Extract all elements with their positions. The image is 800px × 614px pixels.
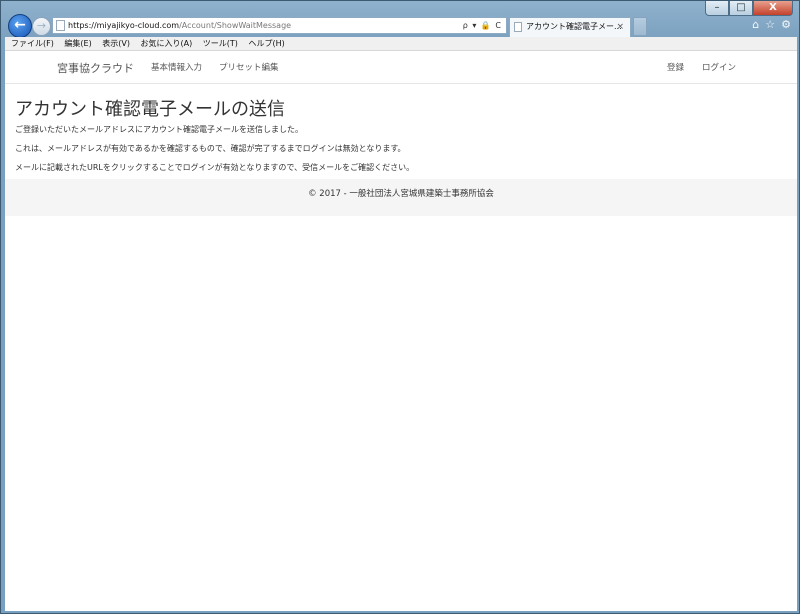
page-title: アカウント確認電子メールの送信 [15,99,285,120]
browser-window: – □ X ← → https://miyajikyo-cloud.com/Ac… [0,0,800,614]
menu-view[interactable]: 表示(V) [102,39,130,48]
nav-preset-edit-link[interactable]: プリセット編集 [219,61,279,73]
menu-file[interactable]: ファイル(F) [11,39,54,48]
back-button[interactable]: ← [8,14,32,38]
new-tab-button[interactable] [633,17,647,36]
menu-tools[interactable]: ツール(T) [203,39,238,48]
tab-title: アカウント確認電子メー... [526,22,622,31]
browser-right-icons: ⌂ ☆ ⚙ [752,19,791,31]
back-arrow-icon: ← [14,17,26,33]
address-host: https://miyajikyo-cloud.com [68,21,180,30]
address-tools-icons[interactable]: ρ ▾ 🔒 C [463,18,502,33]
tab-close-icon[interactable]: × [616,18,624,36]
forward-button[interactable]: → [32,17,51,36]
site-navbar: 宮事協クラウド 基本情報入力 プリセット編集 登録 ログイン [5,51,797,84]
menu-help[interactable]: ヘルプ(H) [248,39,284,48]
forward-arrow-icon: → [36,19,47,32]
home-icon[interactable]: ⌂ [752,19,759,31]
settings-gear-icon[interactable]: ⚙ [781,19,791,31]
menu-edit[interactable]: 編集(E) [64,39,91,48]
address-path: /Account/ShowWaitMessage [179,21,292,30]
menu-favorites[interactable]: お気に入り(A) [141,39,193,48]
nav-register-link[interactable]: 登録 [667,61,684,73]
favorites-star-icon[interactable]: ☆ [765,19,775,31]
page-footer: © 2017 - 一般社団法人宮城県建築士事務所協会 [5,179,797,216]
menu-bar: ファイル(F) 編集(E) 表示(V) お気に入り(A) ツール(T) ヘルプ(… [5,37,797,51]
site-brand-link[interactable]: 宮事協クラウド [57,60,134,76]
message-line-3: メールに記載されたURLをクリックすることでログインが有効となりますので、受信メ… [15,163,415,172]
browser-tab[interactable]: アカウント確認電子メー... × [509,17,631,37]
browser-navbar: ← → https://miyajikyo-cloud.com/Account/… [5,13,797,38]
page-icon [56,20,65,31]
nav-basic-info-link[interactable]: 基本情報入力 [151,61,202,73]
nav-login-link[interactable]: ログイン [702,61,736,73]
message-line-2: これは、メールアドレスが有効であるかを確認するもので、確認が完了するまでログイン… [15,144,406,153]
tab-page-icon [514,22,522,32]
address-bar[interactable]: https://miyajikyo-cloud.com/Account/Show… [52,17,507,34]
page-content: 宮事協クラウド 基本情報入力 プリセット編集 登録 ログイン アカウント確認電子… [5,51,797,611]
message-line-1: ご登録いただいたメールアドレスにアカウント確認電子メールを送信しました。 [15,125,303,134]
